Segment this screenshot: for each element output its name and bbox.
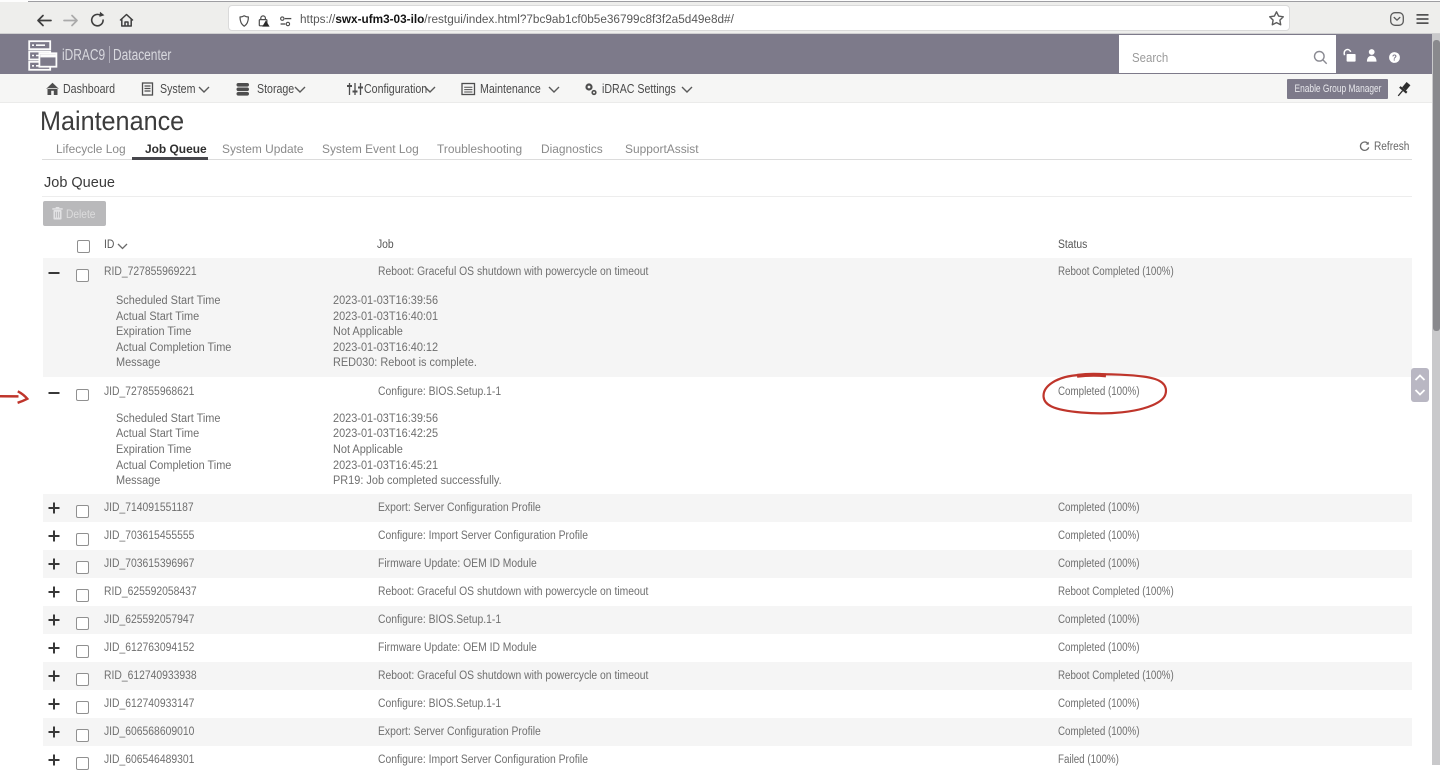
svg-text:?: ? bbox=[1392, 53, 1397, 62]
